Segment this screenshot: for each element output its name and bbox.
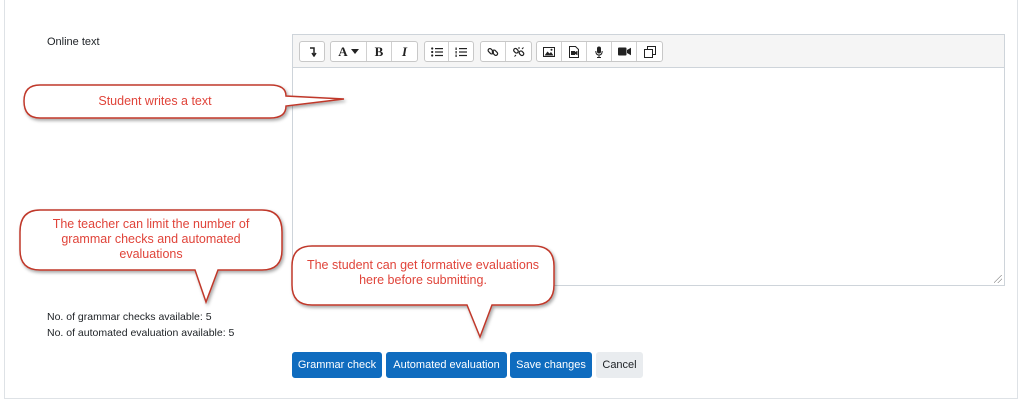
collapse-toolbar-button[interactable]: [300, 42, 324, 61]
bold-button[interactable]: B: [367, 42, 392, 61]
italic-icon: I: [401, 43, 408, 59]
italic-button[interactable]: I: [392, 42, 417, 61]
cancel-button[interactable]: Cancel: [596, 352, 643, 378]
numbered-list-button[interactable]: [449, 42, 473, 61]
record-video-icon: [617, 47, 631, 56]
callout-formative-text: The student can get formative evaluation…: [306, 258, 540, 287]
toolbar-group-lists: [424, 41, 474, 62]
automated-evaluation-button[interactable]: Automated evaluation: [386, 352, 507, 378]
record-audio-button[interactable]: [587, 42, 612, 61]
toolbar-group-links: [480, 41, 532, 62]
insert-media-button[interactable]: [562, 42, 587, 61]
record-audio-icon: [595, 46, 603, 58]
callout-teacher-limit-text: The teacher can limit the number of gram…: [52, 217, 250, 261]
toolbar-group-media: [536, 41, 663, 62]
image-icon: [543, 46, 555, 57]
toolbar-group-collapse: [299, 41, 325, 62]
bullet-list-button[interactable]: [425, 42, 449, 61]
media-icon: [569, 45, 579, 58]
link-icon: [487, 47, 499, 56]
link-button[interactable]: [481, 42, 506, 61]
bold-icon: B: [374, 43, 384, 59]
editor-content-area[interactable]: [293, 68, 1004, 285]
chevron-down-icon: [350, 48, 359, 54]
collapse-icon: [310, 46, 317, 57]
unlink-icon: [512, 46, 524, 57]
numbered-list-icon: [455, 47, 467, 57]
save-changes-button[interactable]: Save changes: [510, 352, 592, 378]
grammar-check-button[interactable]: Grammar check: [292, 352, 382, 378]
bullet-list-icon: [430, 46, 443, 57]
manage-files-icon: [643, 45, 656, 58]
unlink-button[interactable]: [506, 42, 531, 61]
online-text-label: Online text: [47, 36, 100, 48]
font-style-button[interactable]: A: [331, 42, 367, 61]
editor-toolbar: A B I: [293, 35, 1004, 68]
insert-image-button[interactable]: [537, 42, 562, 61]
automated-evaluations-available: No. of automated evaluation available: 5: [47, 327, 235, 339]
manage-files-button[interactable]: [637, 42, 662, 61]
font-style-icon: A: [338, 43, 348, 59]
text-editor: A B I: [292, 34, 1005, 286]
callout-student-writes-text: Student writes a text: [98, 94, 212, 108]
record-video-button[interactable]: [612, 42, 637, 61]
grammar-checks-available: No. of grammar checks available: 5: [47, 311, 212, 323]
toolbar-group-text: A B I: [330, 41, 418, 62]
resize-handle-icon[interactable]: [994, 275, 1002, 283]
